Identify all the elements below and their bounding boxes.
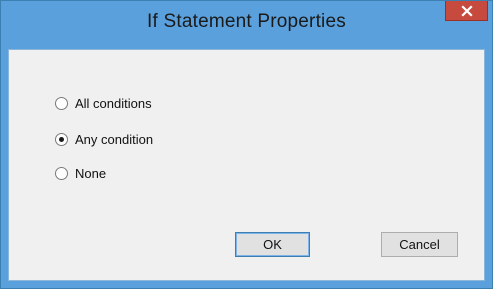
radio-option-all-conditions[interactable]: All conditions: [55, 94, 152, 112]
radio-label-any-condition: Any condition: [75, 131, 154, 147]
radio-label-none: None: [75, 165, 107, 181]
dialog-title: If Statement Properties: [147, 11, 346, 32]
close-icon: [460, 4, 473, 17]
radio-button-none[interactable]: [55, 166, 68, 180]
radio-button-all-conditions[interactable]: [55, 96, 68, 110]
ok-button[interactable]: OK: [235, 232, 310, 257]
radio-button-any-condition[interactable]: [55, 132, 68, 146]
radio-option-none[interactable]: None: [55, 164, 106, 182]
radio-label-all-conditions: All conditions: [75, 95, 152, 111]
dialog-window: If Statement Properties All conditions A…: [0, 0, 493, 289]
dialog-body: All conditions Any condition None OK Can…: [8, 49, 485, 281]
cancel-button[interactable]: Cancel: [381, 232, 458, 257]
close-button[interactable]: [445, 1, 488, 21]
title-bar[interactable]: If Statement Properties: [1, 1, 492, 49]
radio-option-any-condition[interactable]: Any condition: [55, 130, 153, 148]
